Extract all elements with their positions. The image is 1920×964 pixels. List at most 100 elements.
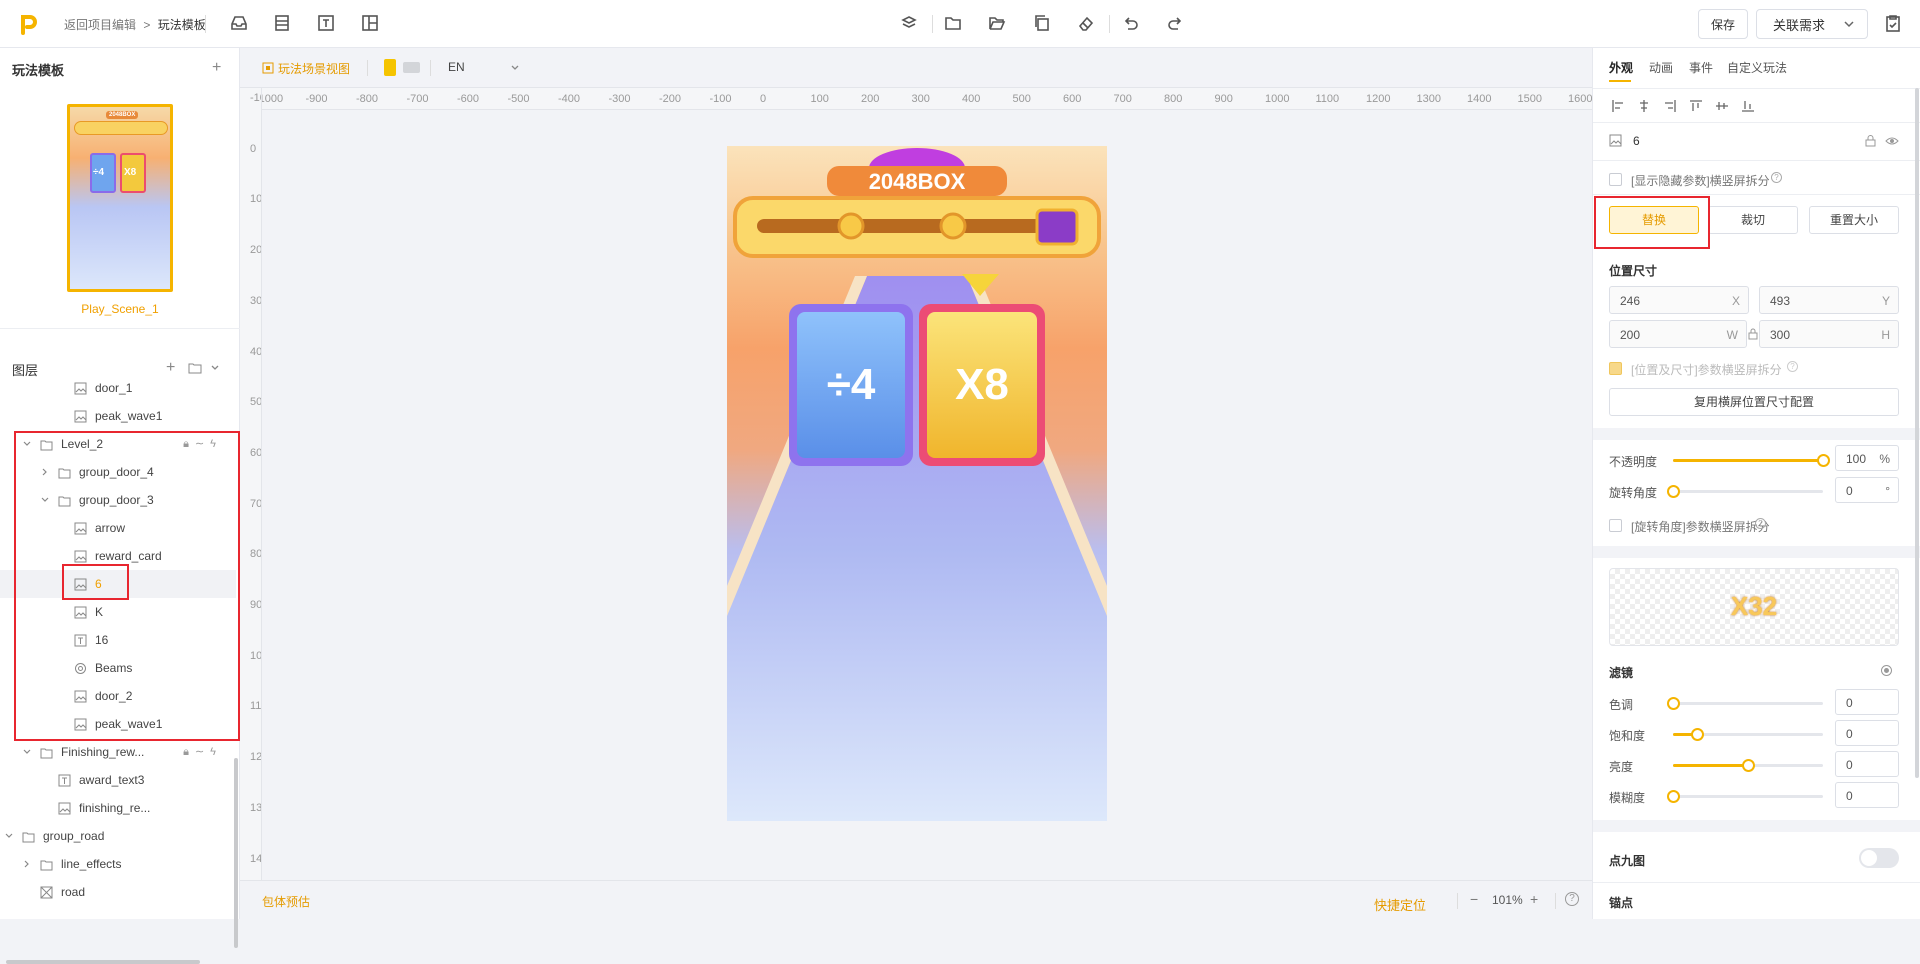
layer-row[interactable]: line_effects (0, 850, 236, 878)
zoom-out-button[interactable]: − (1470, 891, 1478, 907)
opacity-input[interactable]: 100% (1835, 445, 1899, 471)
height-field[interactable]: 300 H (1759, 320, 1899, 348)
crop-button[interactable]: 裁切 (1708, 206, 1798, 234)
zoom-in-button[interactable]: + (1530, 891, 1538, 907)
lock-icon[interactable]: 🔒︎ (183, 746, 195, 758)
text-tool-icon[interactable] (317, 14, 335, 32)
folder-open-icon[interactable] (988, 14, 1006, 32)
saturation-slider-handle[interactable] (1691, 728, 1704, 741)
layer-row[interactable]: road (0, 878, 236, 906)
reuse-landscape-config-button[interactable]: 复用横屏位置尺寸配置 (1609, 388, 1899, 416)
blur-slider[interactable] (1667, 790, 1823, 803)
layer-row[interactable]: arrow (0, 514, 236, 542)
lightning-icon[interactable]: ϟ (210, 438, 222, 450)
info-icon[interactable]: ? (1755, 518, 1766, 529)
tab-custom-gameplay[interactable]: 自定义玩法 (1727, 59, 1787, 76)
vertical-layout-icon[interactable] (273, 14, 291, 32)
brightness-slider-handle[interactable] (1742, 759, 1755, 772)
copy-icon[interactable] (1033, 14, 1051, 32)
new-folder-icon[interactable] (188, 362, 202, 374)
tab-animation[interactable]: 动画 (1649, 59, 1673, 76)
saturation-slider[interactable] (1673, 728, 1823, 741)
align-left-icon[interactable] (1611, 99, 1625, 113)
folder-icon[interactable] (944, 14, 962, 32)
package-size-estimate-link[interactable]: 包体预估 (262, 893, 310, 910)
opacity-slider[interactable] (1673, 454, 1830, 467)
info-icon[interactable]: ? (1787, 361, 1798, 372)
save-button[interactable]: 保存 (1698, 9, 1748, 39)
chevron-down-icon[interactable] (22, 747, 32, 757)
properties-scrollbar[interactable] (1915, 88, 1919, 778)
opacity-slider-handle[interactable] (1817, 454, 1830, 467)
rotation-slider[interactable] (1667, 485, 1823, 498)
help-icon[interactable]: ? (1565, 892, 1579, 906)
lightning-icon[interactable]: ϟ (210, 746, 222, 758)
undo-icon[interactable] (1122, 14, 1140, 32)
filter-reset-icon[interactable] (1881, 665, 1892, 676)
chevron-right-icon[interactable] (40, 467, 50, 477)
hue-input[interactable]: 0 (1835, 689, 1899, 715)
link-requirement-dropdown[interactable]: 关联需求 (1756, 9, 1868, 39)
align-bottom-icon[interactable] (1741, 99, 1755, 113)
blur-slider-handle[interactable] (1667, 790, 1680, 803)
tab-appearance[interactable]: 外观 (1609, 59, 1633, 76)
blur-input[interactable]: 0 (1835, 782, 1899, 808)
rotation-input[interactable]: 0 ° (1835, 477, 1899, 503)
layer-row[interactable]: 6 (0, 570, 236, 598)
chevron-down-icon[interactable] (22, 439, 32, 449)
show-hidden-params-checkbox[interactable] (1609, 173, 1622, 186)
reset-size-button[interactable]: 重置大小 (1809, 206, 1899, 234)
nine-patch-toggle[interactable] (1859, 848, 1899, 868)
lock-icon[interactable]: 🔒︎ (183, 438, 195, 450)
redo-icon[interactable] (1166, 14, 1184, 32)
rotation-split-checkbox[interactable] (1609, 519, 1622, 532)
hide-icon[interactable]: ∼ (195, 438, 210, 450)
scene-view-label[interactable]: 玩法场景视图 (278, 60, 350, 77)
layout-grid-icon[interactable] (361, 14, 379, 32)
layer-actions[interactable]: 🔒︎∼ϟ (183, 437, 222, 451)
chevron-down-icon[interactable] (4, 831, 14, 841)
layer-row[interactable]: Beams (0, 654, 236, 682)
brightness-slider[interactable] (1673, 759, 1823, 772)
scene-thumbnail[interactable]: 2048BOX ÷4 X8 (67, 104, 173, 292)
layer-row[interactable]: Finishing_rew... 🔒︎∼ϟ (0, 738, 236, 766)
saturation-input[interactable]: 0 (1835, 720, 1899, 746)
add-layer-icon[interactable]: + (166, 360, 175, 376)
layer-row[interactable]: Level_2 🔒︎∼ϟ (0, 430, 236, 458)
quick-locate-link[interactable]: 快捷定位 (1374, 895, 1426, 914)
layer-row[interactable]: K (0, 598, 236, 626)
align-top-icon[interactable] (1689, 99, 1703, 113)
inbox-icon[interactable] (230, 14, 248, 32)
layer-row[interactable]: group_door_3 (0, 486, 236, 514)
layer-row[interactable]: reward_card (0, 542, 236, 570)
game-stage[interactable]: 2048BOX ÷4 X8 (727, 146, 1107, 821)
aspect-lock-icon[interactable] (1748, 328, 1758, 340)
visibility-eye-icon[interactable] (1885, 136, 1899, 146)
rotation-slider-handle[interactable] (1667, 485, 1680, 498)
align-center-h-icon[interactable] (1637, 99, 1651, 113)
pos-size-split-checkbox[interactable] (1609, 362, 1622, 375)
layer-scrollbar[interactable] (234, 758, 238, 948)
align-center-v-icon[interactable] (1715, 99, 1729, 113)
hide-icon[interactable]: ∼ (195, 746, 210, 758)
y-field[interactable]: 493 Y (1759, 286, 1899, 314)
hue-slider[interactable] (1667, 697, 1823, 710)
chevron-down-icon[interactable] (40, 495, 50, 505)
landscape-mode-icon[interactable] (403, 62, 420, 73)
hue-slider-handle[interactable] (1667, 697, 1680, 710)
breadcrumb-back-link[interactable]: 返回项目编辑 (64, 18, 136, 32)
layer-row[interactable]: award_text3 (0, 766, 236, 794)
language-chevron-icon[interactable] (510, 63, 520, 73)
layer-row[interactable]: 16 (0, 626, 236, 654)
layer-hscrollbar[interactable] (6, 960, 200, 964)
eraser-icon[interactable] (1077, 14, 1095, 32)
layer-row[interactable]: finishing_re... (0, 794, 236, 822)
layer-row[interactable]: door_1 (0, 374, 236, 402)
replace-button[interactable]: 替换 (1609, 206, 1699, 234)
layer-row[interactable]: peak_wave1 (0, 402, 236, 430)
collapse-layers-chevron-icon[interactable] (210, 363, 220, 373)
add-scene-icon[interactable]: + (212, 60, 221, 76)
layer-row[interactable]: door_2 (0, 682, 236, 710)
layers-icon[interactable] (900, 14, 918, 32)
portrait-mode-icon[interactable] (384, 59, 396, 76)
